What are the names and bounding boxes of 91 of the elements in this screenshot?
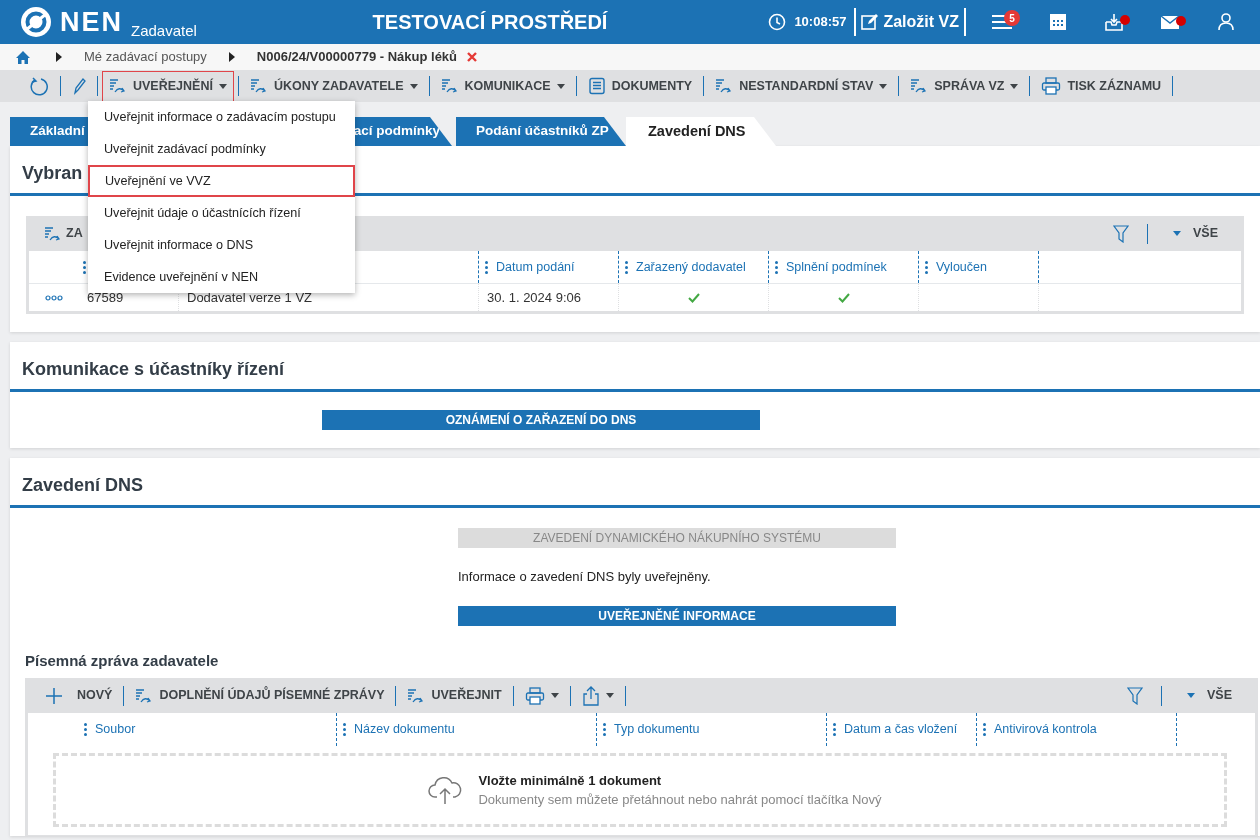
action-button: ZAVEDENÍ DYNAMICKÉHO NÁKUPNÍHO SYSTÉMU: [458, 528, 896, 548]
column-header[interactable]: Datum podání: [478, 251, 618, 283]
notification-badge: 5: [1004, 10, 1020, 26]
column-grip-icon[interactable]: [925, 260, 928, 274]
more-icon[interactable]: [45, 294, 63, 301]
filter-dropdown[interactable]: VŠE: [1180, 680, 1239, 711]
cloud-upload-icon: [428, 775, 463, 805]
action-button[interactable]: UVEŘEJNĚNÉ INFORMACE: [458, 605, 896, 626]
printer-icon[interactable]: [1041, 77, 1062, 95]
column-grip-icon[interactable]: [775, 260, 778, 274]
column-grip-icon[interactable]: [343, 723, 346, 736]
arrow-icon: [56, 52, 62, 62]
check-icon: [687, 292, 700, 303]
user-icon[interactable]: [1218, 13, 1234, 31]
check-icon: [837, 292, 850, 303]
table-cell: 30. 1. 2024 9:06: [478, 284, 618, 311]
column-header[interactable]: Antivirová kontrola: [976, 713, 1176, 746]
menu-item[interactable]: Evidence uveřejnění v NEN: [88, 261, 355, 293]
filter-dropdown[interactable]: VŠE: [1166, 218, 1225, 249]
column-header[interactable]: Datum a čas vložení: [826, 713, 976, 746]
printer-icon[interactable]: [524, 686, 545, 705]
inbox-icon[interactable]: [1105, 13, 1123, 31]
column-header[interactable]: Název dokumentu: [336, 713, 596, 746]
section-title: Komunikace s účastníky řízení: [21, 358, 286, 381]
dropzone-title: Vložte minimálně 1 dokument: [478, 771, 663, 790]
new-button[interactable]: NOVÝ: [38, 680, 120, 711]
section-title: Vybran: [21, 162, 84, 185]
action-icon[interactable]: [910, 78, 929, 94]
menu-item[interactable]: Uveřejnění ve VVZ: [88, 165, 355, 197]
pencil-icon[interactable]: [72, 77, 86, 95]
tab[interactable]: Podání účastníků ZP: [456, 117, 626, 146]
toolbar-button[interactable]: DOKUMENTY: [580, 70, 700, 102]
dropzone-hint: Dokumenty sem můžete přetáhnout nebo nahrát pomocí tlačítka Nový: [478, 791, 882, 809]
column-grip-icon[interactable]: [485, 260, 488, 274]
clock-icon: [768, 13, 787, 31]
share-icon[interactable]: [581, 685, 600, 706]
filter-icon[interactable]: [1113, 224, 1129, 243]
action-icon[interactable]: [249, 78, 268, 94]
toolbar-button[interactable]: ÚKONY ZADAVATELE: [242, 70, 425, 102]
toolbar-button[interactable]: UVEŘEJNIT: [400, 680, 509, 711]
column-header[interactable]: Typ dokumentu: [596, 713, 826, 746]
toolbar-button[interactable]: KOMUNIKACE: [433, 70, 572, 102]
section-title: Zavedení DNS: [21, 474, 145, 497]
mail-icon[interactable]: [1160, 14, 1180, 30]
column-header[interactable]: Soubor: [78, 713, 336, 746]
info-text: Informace o zavedení DNS byly uveřejněny.: [458, 568, 712, 586]
subsection-title: Písemná zpráva zadavatele: [25, 650, 220, 671]
column-grip-icon[interactable]: [603, 723, 606, 736]
column-grip-icon[interactable]: [83, 260, 86, 274]
calendar-icon[interactable]: [1049, 13, 1067, 31]
edit-icon: [861, 13, 880, 31]
toolbar-button[interactable]: TISK ZÁZNAMU: [1034, 70, 1169, 102]
column-grip-icon[interactable]: [625, 260, 628, 274]
home-icon[interactable]: [16, 50, 30, 64]
column-header[interactable]: Splnění podmínek: [768, 251, 918, 283]
action-icon[interactable]: [715, 78, 734, 94]
column-grip-icon[interactable]: [84, 723, 87, 736]
refresh-icon[interactable]: [29, 76, 49, 96]
clock-time: 10:08:57: [794, 13, 847, 32]
column-header[interactable]: Vyloučen: [918, 251, 1038, 283]
action-icon[interactable]: [44, 225, 62, 242]
arrow-icon: [228, 52, 235, 62]
drop-zone[interactable]: Vložte minimálně 1 dokument Dokumenty sem můžete přetáhnout nebo nahrát pomocí tlačítka Nový: [53, 753, 1227, 827]
action-icon[interactable]: [407, 687, 426, 704]
action-button[interactable]: OZNÁMENÍ O ZAŘAZENÍ DO DNS: [322, 410, 760, 430]
column-grip-icon[interactable]: [833, 723, 836, 736]
menu-item[interactable]: Uveřejnit informace o zadávacím postupu: [88, 101, 355, 133]
breadcrumb-link[interactable]: Mé zadávací postupy: [84, 47, 207, 67]
menu-item[interactable]: Uveřejnit zadávací podmínky: [88, 133, 355, 165]
action-icon[interactable]: [109, 78, 127, 94]
tab[interactable]: Zavedení DNS: [626, 117, 776, 146]
action-icon[interactable]: [135, 687, 154, 704]
menu-item[interactable]: Uveřejnit údaje o účastnících řízení: [88, 197, 355, 229]
toolbar-button[interactable]: SPRÁVA VZ: [903, 70, 1026, 102]
toolbar-button[interactable]: DOPLNĚNÍ ÚDAJŮ PÍSEMNÉ ZPRÁVY: [128, 680, 392, 711]
column-header[interactable]: Zařazený dodavatel: [618, 251, 768, 283]
logo-icon[interactable]: [20, 6, 52, 38]
environment-title: TESTOVACÍ PROSTŘEDÍ: [371, 9, 609, 35]
close-icon[interactable]: [467, 52, 478, 62]
menu-item[interactable]: Uveřejnit informace o DNS: [88, 229, 355, 261]
logo-text: NEN: [60, 8, 123, 36]
action-icon[interactable]: [440, 78, 459, 94]
document-icon[interactable]: [587, 77, 606, 95]
create-button[interactable]: Založit VZ: [856, 9, 964, 35]
plus-icon[interactable]: [45, 686, 63, 705]
logo-subtitle: Zadavatel: [131, 23, 197, 38]
filter-icon[interactable]: [1127, 686, 1143, 705]
breadcrumb-link[interactable]: N006/24/V00000779 - Nákup léků: [256, 47, 458, 67]
toolbar-button[interactable]: NESTANDARDNÍ STAV: [708, 70, 895, 102]
toolbar-button[interactable]: ZA: [43, 218, 84, 249]
column-grip-icon[interactable]: [983, 723, 986, 736]
